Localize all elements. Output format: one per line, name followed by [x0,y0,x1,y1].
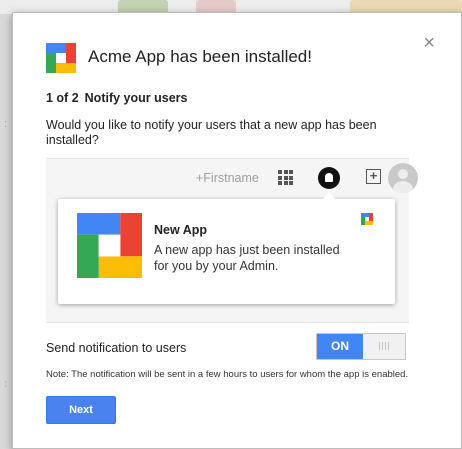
small-app-icon [361,213,373,225]
step-title: Notify your users [84,91,188,105]
toggle-on-label: ON [317,334,363,359]
background-divider-mark: : [4,378,8,390]
new-app-logo [77,213,142,278]
step-count: 1 of 2 [46,91,79,105]
notification-title: New App [154,223,208,237]
popup-caret [322,192,336,200]
notification-text: A new app has just been installed for yo… [154,243,340,273]
send-notification-toggle[interactable]: ON [316,333,406,360]
step-indicator: 1 of 2 Notify your users [46,91,187,105]
notify-question: Would you like to notify your users that… [46,118,377,147]
acme-app-logo [46,43,76,73]
preview-user-name: +Firstname [196,171,259,185]
notification-note: Note: The notification will be sent in a… [46,369,409,380]
notification-card: New App A new app has just been installe… [58,199,395,304]
install-dialog: × Acme App has been installed! 1 of 2 Not… [12,12,462,449]
apps-grid-icon [278,170,293,185]
close-icon[interactable]: × [423,33,435,53]
add-box-icon: + [366,169,381,184]
toggle-grip-icon [379,342,391,350]
background-divider-mark: : [4,118,8,130]
send-notification-label: Send notification to users [46,341,187,355]
notification-bell-icon [318,167,340,189]
next-button[interactable]: Next [46,396,116,424]
notification-preview: +Firstname + New App A new app has just … [46,158,418,323]
user-avatar-icon [388,163,418,193]
dialog-title: Acme App has been installed! [88,47,312,66]
